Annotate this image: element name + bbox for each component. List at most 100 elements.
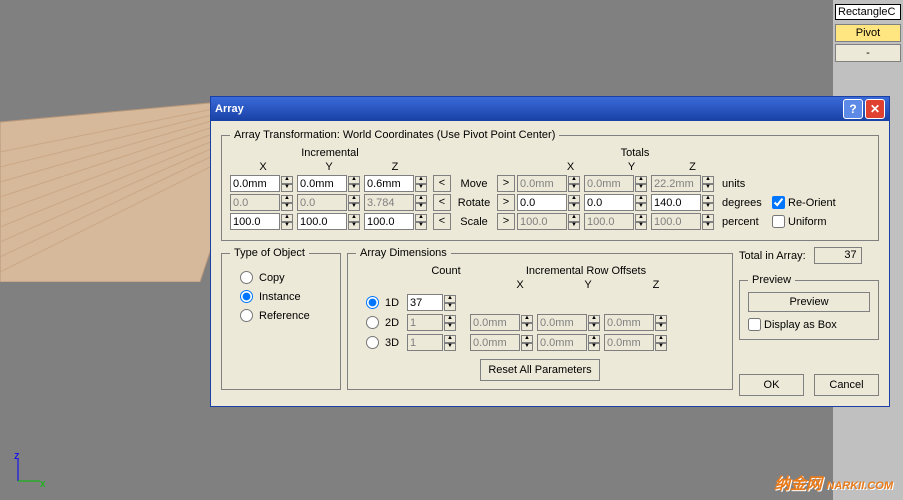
scale-right-button[interactable]: > — [497, 213, 515, 230]
spinner-up-icon: ▲ — [281, 195, 293, 203]
reset-all-button[interactable]: Reset All Parameters — [480, 359, 600, 381]
dim-1d-count[interactable] — [407, 294, 443, 311]
spinner-up-icon[interactable]: ▲ — [348, 214, 360, 222]
spinner-up-icon: ▲ — [348, 195, 360, 203]
spinner-up-icon: ▲ — [655, 335, 667, 343]
preview-button[interactable]: Preview — [748, 292, 870, 312]
scale-tot-x — [517, 213, 567, 230]
close-icon[interactable]: ✕ — [865, 99, 885, 119]
spinner-up-icon: ▲ — [635, 214, 647, 222]
spinner-down-icon[interactable]: ▼ — [702, 203, 714, 211]
dim-x-label: X — [486, 279, 554, 291]
spinner-up-icon[interactable]: ▲ — [702, 195, 714, 203]
dim-2d-row: 2D ▲▼ ▲▼ ▲▼ ▲▼ — [356, 314, 724, 331]
dialog-titlebar[interactable]: Array ? ✕ — [211, 97, 889, 121]
spinner-down-icon: ▼ — [702, 184, 714, 192]
spinner-up-icon: ▲ — [444, 315, 456, 323]
spinner-up-icon: ▲ — [521, 335, 533, 343]
spinner-up-icon: ▲ — [702, 176, 714, 184]
spinner-up-icon[interactable]: ▲ — [281, 214, 293, 222]
spinner-down-icon[interactable]: ▼ — [281, 222, 293, 230]
cancel-button[interactable]: Cancel — [814, 374, 879, 396]
spinner-up-icon[interactable]: ▲ — [635, 195, 647, 203]
spinner-down-icon: ▼ — [444, 343, 456, 351]
dim-3d-y — [537, 334, 587, 351]
spinner-up-icon[interactable]: ▲ — [415, 176, 427, 184]
spinner-down-icon: ▼ — [588, 343, 600, 351]
tot-x-label: X — [540, 161, 601, 173]
display-as-box-checkbox[interactable]: Display as Box — [748, 318, 870, 331]
spinner-down-icon[interactable]: ▼ — [415, 222, 427, 230]
rotate-units: degrees — [722, 197, 766, 209]
spinner-up-icon: ▲ — [702, 214, 714, 222]
spinner-down-icon: ▼ — [655, 323, 667, 331]
rotate-row: ▲▼ ▲▼ ▲▼ < Rotate > ▲▼ ▲▼ ▲▼ degrees Re-… — [230, 194, 870, 211]
scale-tot-z — [651, 213, 701, 230]
spinner-down-icon: ▼ — [588, 323, 600, 331]
spinner-up-icon[interactable]: ▲ — [444, 295, 456, 303]
spinner-down-icon[interactable]: ▼ — [635, 203, 647, 211]
spinner-down-icon: ▼ — [521, 343, 533, 351]
spinner-up-icon[interactable]: ▲ — [415, 214, 427, 222]
type-copy-radio[interactable]: Copy — [230, 271, 332, 284]
rotate-left-button[interactable]: < — [433, 194, 451, 211]
scale-inc-y[interactable] — [297, 213, 347, 230]
rotate-tot-y[interactable] — [584, 194, 634, 211]
scale-left-button[interactable]: < — [433, 213, 451, 230]
spinner-down-icon[interactable]: ▼ — [444, 303, 456, 311]
dim-3d-radio[interactable] — [366, 336, 379, 349]
move-row: ▲▼ ▲▼ ▲▼ < Move > ▲▼ ▲▼ ▲▼ units — [230, 175, 870, 192]
spinner-down-icon: ▼ — [281, 203, 293, 211]
move-inc-x[interactable] — [230, 175, 280, 192]
rotate-tot-x[interactable] — [517, 194, 567, 211]
spinner-up-icon: ▲ — [588, 335, 600, 343]
scale-inc-x[interactable] — [230, 213, 280, 230]
object-name-field[interactable]: RectangleC — [835, 4, 901, 20]
spinner-up-icon[interactable]: ▲ — [348, 176, 360, 184]
spinner-down-icon: ▼ — [635, 184, 647, 192]
rotate-inc-y — [297, 194, 347, 211]
help-icon[interactable]: ? — [843, 99, 863, 119]
spinner-up-icon[interactable]: ▲ — [281, 176, 293, 184]
dim-1d-radio[interactable] — [366, 296, 379, 309]
ok-button[interactable]: OK — [739, 374, 804, 396]
spinner-down-icon[interactable]: ▼ — [568, 203, 580, 211]
spinner-down-icon[interactable]: ▼ — [281, 184, 293, 192]
spinner-down-icon[interactable]: ▼ — [348, 184, 360, 192]
pivot-button[interactable]: Pivot — [835, 24, 901, 42]
spinner-down-icon[interactable]: ▼ — [348, 222, 360, 230]
dim-z-label: Z — [622, 279, 690, 291]
dim-2d-radio[interactable] — [366, 316, 379, 329]
array-transformation-group: Array Transformation: World Coordinates … — [221, 129, 879, 241]
rotate-inc-z — [364, 194, 414, 211]
spinner-down-icon: ▼ — [444, 323, 456, 331]
rotate-right-button[interactable]: > — [497, 194, 515, 211]
move-right-button[interactable]: > — [497, 175, 515, 192]
move-inc-y[interactable] — [297, 175, 347, 192]
spinner-down-icon: ▼ — [702, 222, 714, 230]
collapse-button[interactable]: - — [835, 44, 901, 62]
move-left-button[interactable]: < — [433, 175, 451, 192]
spinner-down-icon: ▼ — [415, 203, 427, 211]
uniform-checkbox[interactable]: Uniform — [772, 215, 827, 228]
totals-label: Totals — [540, 147, 730, 159]
spinner-down-icon[interactable]: ▼ — [415, 184, 427, 192]
dim-y-label: Y — [554, 279, 622, 291]
dim-3d-x — [470, 334, 520, 351]
svg-text:x: x — [40, 478, 46, 489]
tot-y-label: Y — [601, 161, 662, 173]
dim-3d-z — [604, 334, 654, 351]
move-tot-z — [651, 175, 701, 192]
reorient-checkbox[interactable]: Re-Orient — [772, 196, 836, 209]
type-instance-radio[interactable]: Instance — [230, 290, 332, 303]
type-reference-radio[interactable]: Reference — [230, 309, 332, 322]
transform-legend: Array Transformation: World Coordinates … — [230, 129, 559, 141]
spinner-up-icon[interactable]: ▲ — [568, 195, 580, 203]
rotate-tot-z[interactable] — [651, 194, 701, 211]
spinner-up-icon: ▲ — [521, 315, 533, 323]
preview-legend: Preview — [748, 274, 795, 286]
move-inc-z[interactable] — [364, 175, 414, 192]
array-dialog: Array ? ✕ Array Transformation: World Co… — [210, 96, 890, 407]
scale-label: Scale — [453, 216, 495, 228]
scale-inc-z[interactable] — [364, 213, 414, 230]
